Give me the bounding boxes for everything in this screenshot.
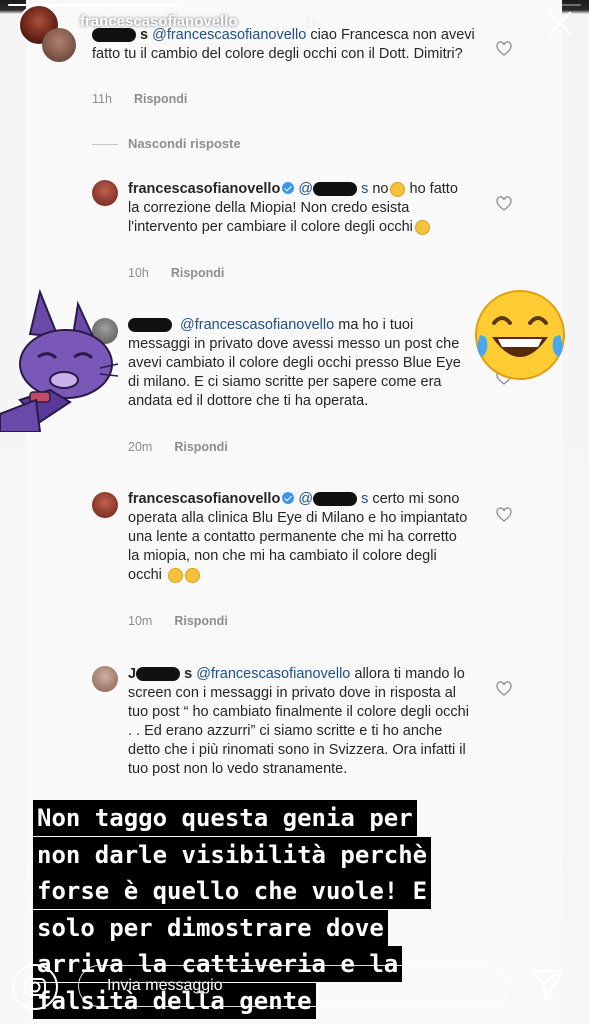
camera-glyph-icon: [24, 978, 46, 996]
close-icon[interactable]: [547, 10, 573, 36]
avatar[interactable]: [92, 492, 118, 518]
comment-username[interactable]: J: [128, 666, 136, 682]
avatar[interactable]: [42, 28, 76, 62]
comment-username[interactable]: francescasofianovello: [128, 181, 280, 197]
mention-suffix[interactable]: s: [361, 181, 368, 197]
comment-username[interactable]: francescasofianovello: [128, 491, 280, 507]
mention-suffix[interactable]: s: [361, 491, 368, 507]
caption-line: solo per dimostrare dove: [33, 909, 388, 946]
comment-text: s @francescasofianovello ciao Francesca …: [92, 26, 487, 64]
verified-badge-icon: [282, 492, 295, 505]
redacted-username: [313, 492, 358, 507]
mention[interactable]: @: [298, 491, 313, 507]
laughing-emoji-icon: [475, 290, 565, 380]
comment-time: 20m: [128, 440, 153, 454]
comment-time: 10m: [128, 614, 153, 628]
avatar[interactable]: [92, 666, 118, 692]
laughing-emoji-icon: [184, 567, 200, 583]
reply-button[interactable]: Rispondi: [174, 440, 227, 454]
redacted-username: [313, 182, 358, 197]
reply-button[interactable]: Rispondi: [174, 614, 227, 628]
comment-username-suffix[interactable]: s: [184, 666, 192, 682]
comment-meta: 10h Rispondi: [128, 266, 224, 280]
mention[interactable]: @francescasofianovello: [180, 317, 334, 333]
redacted-username: [128, 318, 172, 333]
divider-line: [92, 144, 118, 146]
heart-icon[interactable]: [496, 507, 512, 523]
comment-meta: 10m Rispondi: [128, 614, 228, 628]
cat-sticker: [0, 288, 119, 432]
laughing-emoji-icon: [390, 181, 406, 197]
comment-time: 10h: [128, 266, 149, 280]
heart-icon[interactable]: [496, 41, 512, 57]
comment-text: francescasofianovello @ s no ho fatto la c…: [128, 180, 468, 237]
redacted-username: [136, 667, 181, 682]
heart-icon[interactable]: [496, 196, 512, 212]
comment-text: francescasofianovello @ s certo mi sono op…: [128, 490, 468, 585]
comment-time: 11h: [92, 92, 112, 106]
heart-icon[interactable]: [496, 681, 512, 697]
redacted-username: [92, 28, 136, 43]
comment-text: @francescasofianovello ma ho i tuoi mess…: [128, 316, 473, 411]
laughing-emoji-icon: [167, 567, 183, 583]
caption-line: forse è quello che vuole! E: [33, 873, 432, 909]
caption-line: non darle visibilità perchè: [33, 836, 432, 873]
reply-button[interactable]: Rispondi: [171, 266, 224, 280]
comment-body: no: [372, 181, 389, 197]
camera-icon[interactable]: [12, 964, 58, 1010]
hide-replies-button[interactable]: Nascondi risposte: [92, 136, 241, 151]
mention[interactable]: @: [298, 181, 313, 197]
mention[interactable]: @francescasofianovello: [152, 27, 306, 43]
comment-meta: 20m Rispondi: [128, 440, 228, 454]
verified-badge-icon: [282, 182, 295, 195]
message-input[interactable]: Invia messaggio: [78, 965, 508, 1007]
hide-replies-label: Nascondi risposte: [128, 136, 241, 151]
avatar[interactable]: [92, 180, 118, 206]
smiling-emoji-icon: [414, 219, 430, 235]
comment-body: allora ti mando lo screen con i messaggi…: [128, 666, 469, 777]
mention[interactable]: @francescasofianovello: [196, 666, 350, 682]
send-icon[interactable]: [528, 965, 566, 1003]
reply-button[interactable]: Rispondi: [134, 92, 187, 106]
comment-text: Js @francescasofianovello allora ti mand…: [128, 665, 473, 779]
comment-meta: 11h Rispondi: [92, 92, 187, 106]
comment-username[interactable]: s: [140, 27, 148, 43]
caption-line: Non taggo questa genia per: [33, 800, 417, 836]
